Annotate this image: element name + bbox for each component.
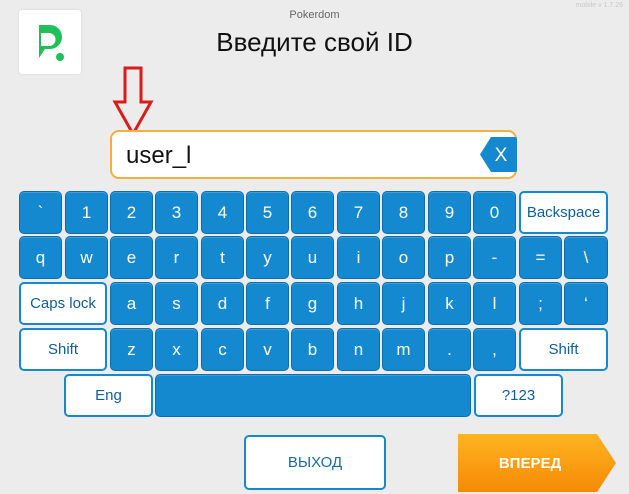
key-4[interactable]: 4 — [201, 191, 244, 234]
clear-label: X — [495, 145, 508, 166]
key-n[interactable]: n — [337, 328, 380, 371]
key-2[interactable]: 2 — [110, 191, 153, 234]
key-minus[interactable]: - — [473, 236, 516, 279]
key-y[interactable]: y — [246, 236, 289, 279]
left-shift-key[interactable]: Shift — [19, 328, 107, 371]
key-c[interactable]: c — [201, 328, 244, 371]
key-z[interactable]: z — [110, 328, 153, 371]
key-d[interactable]: d — [201, 282, 244, 325]
down-arrow-icon — [112, 66, 154, 138]
key-semicolon[interactable]: ; — [519, 282, 562, 325]
key-t[interactable]: t — [201, 236, 244, 279]
id-input[interactable]: user_l X — [110, 130, 517, 179]
key-m[interactable]: m — [382, 328, 425, 371]
key-5[interactable]: 5 — [246, 191, 289, 234]
backspace-key[interactable]: Backspace — [519, 191, 608, 234]
key-period[interactable]: . — [428, 328, 471, 371]
key-8[interactable]: 8 — [382, 191, 425, 234]
language-key[interactable]: Eng — [64, 374, 153, 417]
key-w[interactable]: w — [65, 236, 108, 279]
key-r[interactable]: r — [155, 236, 198, 279]
key-backslash[interactable]: \ — [564, 236, 608, 279]
key-comma[interactable]: , — [473, 328, 516, 371]
key-0[interactable]: 0 — [473, 191, 516, 234]
space-key[interactable] — [155, 374, 471, 417]
version-label: mobile v 1.7.26 — [575, 2, 623, 9]
key-s[interactable]: s — [155, 282, 198, 325]
key-u[interactable]: u — [291, 236, 334, 279]
id-input-value: user_l — [126, 142, 192, 169]
right-shift-key[interactable]: Shift — [519, 328, 608, 371]
app-name: Pokerdom — [289, 9, 340, 21]
key-o[interactable]: o — [382, 236, 425, 279]
key-j[interactable]: j — [382, 282, 425, 325]
key-l[interactable]: l — [473, 282, 516, 325]
key-e[interactable]: e — [110, 236, 153, 279]
key-f[interactable]: f — [246, 282, 289, 325]
key-7[interactable]: 7 — [337, 191, 380, 234]
key-p[interactable]: p — [428, 236, 471, 279]
key-h[interactable]: h — [337, 282, 380, 325]
caps-lock-key[interactable]: Caps lock — [19, 282, 107, 325]
key-1[interactable]: 1 — [65, 191, 108, 234]
page-title: Введите свой ID — [216, 27, 413, 57]
key-b[interactable]: b — [291, 328, 334, 371]
key-equals[interactable]: = — [519, 236, 562, 279]
key-quote[interactable]: ‘ — [564, 282, 608, 325]
clear-x-icon: X — [480, 137, 517, 172]
key-k[interactable]: k — [428, 282, 471, 325]
key-x[interactable]: x — [155, 328, 198, 371]
next-button[interactable]: ВПЕРЕД — [458, 434, 616, 492]
key-3[interactable]: 3 — [155, 191, 198, 234]
key-q[interactable]: q — [19, 236, 62, 279]
key-g[interactable]: g — [291, 282, 334, 325]
clear-input-button[interactable]: X — [479, 136, 517, 173]
key-a[interactable]: a — [110, 282, 153, 325]
numbers-key[interactable]: ?123 — [474, 374, 563, 417]
key-backtick[interactable]: ` — [19, 191, 62, 234]
exit-button[interactable]: ВЫХОД — [244, 435, 386, 490]
key-9[interactable]: 9 — [428, 191, 471, 234]
key-i[interactable]: i — [337, 236, 380, 279]
key-v[interactable]: v — [246, 328, 289, 371]
key-6[interactable]: 6 — [291, 191, 334, 234]
